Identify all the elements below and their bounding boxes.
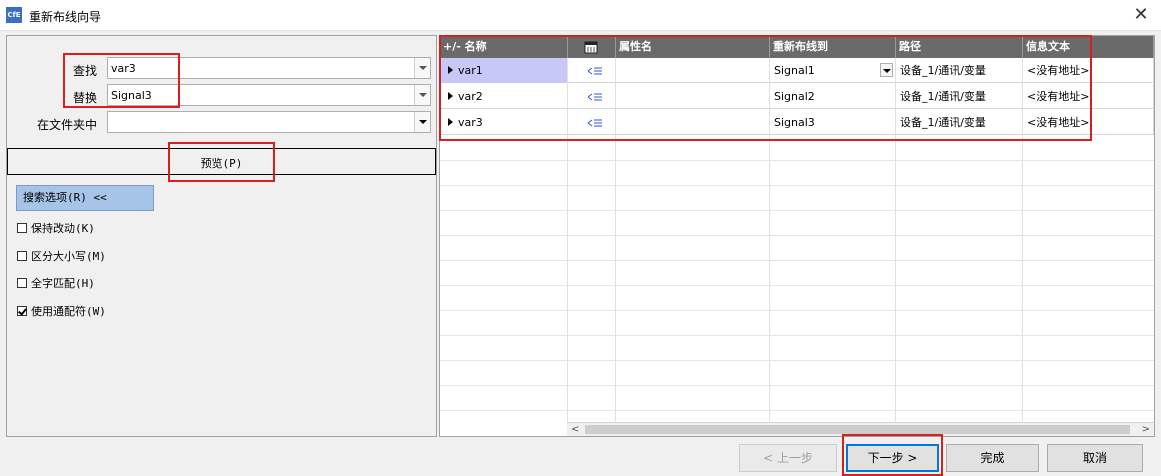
cell-rewire-to[interactable]: Signal3 — [770, 110, 896, 135]
empty-row — [440, 286, 1154, 311]
empty-row — [440, 261, 1154, 286]
option-keep-changes[interactable]: 保持改动(K) — [17, 220, 95, 236]
grid-divider — [567, 58, 568, 428]
preview-label: 预览(P) — [200, 157, 243, 170]
app-icon: CfE — [6, 7, 22, 23]
grid-divider — [895, 58, 896, 428]
cell-path[interactable]: 设备_1/通讯/变量 — [896, 58, 1023, 83]
cell-rewire-to[interactable]: Signal1 — [770, 58, 896, 83]
cell-property[interactable] — [616, 58, 770, 83]
cell-property[interactable] — [616, 110, 770, 135]
cell-info[interactable]: <没有地址> — [1023, 58, 1154, 83]
grid-divider — [615, 58, 616, 428]
folder-label: 在文件夹中 — [37, 118, 98, 132]
chevron-down-icon[interactable] — [414, 58, 430, 78]
empty-row — [440, 336, 1154, 361]
checkbox[interactable] — [17, 223, 27, 233]
empty-row — [440, 161, 1154, 186]
close-icon[interactable]: ✕ — [1129, 4, 1153, 26]
row-indicator-icon — [448, 118, 453, 126]
link-icon — [587, 93, 602, 101]
link-icon — [587, 119, 602, 127]
cell-rewire-to[interactable]: Signal2 — [770, 84, 896, 109]
find-value: var3 — [111, 62, 136, 75]
col-path[interactable]: 路径 — [896, 36, 1023, 58]
horizontal-scrollbar[interactable]: < > — [567, 422, 1154, 436]
chevron-down-icon[interactable] — [880, 63, 893, 77]
cell-name[interactable]: var2 — [440, 84, 568, 109]
empty-row — [440, 236, 1154, 261]
find-label: 查找 — [73, 64, 98, 78]
chevron-right-icon[interactable]: > — [1142, 424, 1150, 435]
window-title: 重新布线向导 — [29, 10, 102, 24]
option-label: 区分大小写(M) — [31, 250, 106, 263]
empty-row — [440, 386, 1154, 411]
cell-path[interactable]: 设备_1/通讯/变量 — [896, 84, 1023, 109]
table-row[interactable]: var1 Signal1 设备_1/通讯/变量 <没有地址> — [440, 58, 1154, 83]
search-panel: 查找 var3 替换 Signal3 在文件夹中 预览(P) 搜索选项(R) <… — [6, 35, 437, 437]
cell-path[interactable]: 设备_1/通讯/变量 — [896, 110, 1023, 135]
empty-row — [440, 186, 1154, 211]
cell-name[interactable]: var1 — [440, 58, 568, 83]
cancel-button[interactable]: 取消 — [1047, 444, 1143, 472]
folder-combobox[interactable] — [107, 111, 431, 133]
finish-button[interactable]: 完成 — [946, 444, 1039, 472]
col-name[interactable]: +/- 名称 — [440, 36, 568, 58]
checkbox-checked[interactable] — [17, 306, 27, 316]
chevron-down-icon[interactable] — [414, 85, 430, 105]
preview-button[interactable]: 预览(P) — [7, 148, 436, 175]
row-indicator-icon — [448, 92, 453, 100]
option-label: 全字匹配(H) — [31, 277, 95, 290]
empty-row — [440, 311, 1154, 336]
option-match-case[interactable]: 区分大小写(M) — [17, 248, 106, 264]
checkbox[interactable] — [17, 251, 27, 261]
cell-link[interactable] — [568, 110, 616, 135]
chevron-down-icon[interactable] — [414, 112, 430, 132]
chevron-left-icon[interactable]: < — [571, 424, 579, 435]
rewire-grid: +/- 名称 属性名 重新布线到 路径 信息文本 var1 Signal1 设备… — [439, 35, 1155, 437]
option-label: 保持改动(K) — [31, 222, 95, 235]
prev-button[interactable]: < 上一步 — [739, 444, 837, 472]
cell-property[interactable] — [616, 84, 770, 109]
grid-divider — [769, 58, 770, 428]
scrollbar-thumb[interactable] — [585, 425, 1130, 434]
search-options-button[interactable]: 搜索选项(R) << — [16, 185, 154, 211]
option-label: 使用通配符(W) — [31, 305, 106, 318]
title-bar: CfE 重新布线向导 ✕ — [0, 0, 1161, 31]
col-rewire-to[interactable]: 重新布线到 — [770, 36, 896, 58]
calendar-icon — [584, 41, 598, 54]
empty-row — [440, 361, 1154, 386]
empty-row — [440, 211, 1154, 236]
col-info[interactable]: 信息文本 — [1023, 36, 1154, 58]
empty-row — [440, 136, 1154, 161]
grid-divider — [1022, 58, 1023, 428]
checkbox[interactable] — [17, 278, 27, 288]
col-icon[interactable] — [568, 36, 616, 58]
col-property[interactable]: 属性名 — [616, 36, 770, 58]
row-indicator-icon — [448, 66, 453, 74]
replace-combobox[interactable]: Signal3 — [107, 84, 431, 106]
cell-name[interactable]: var3 — [440, 110, 568, 135]
cell-info[interactable]: <没有地址> — [1023, 110, 1154, 135]
find-combobox[interactable]: var3 — [107, 57, 431, 79]
table-row[interactable]: var2 Signal2 设备_1/通讯/变量 <没有地址> — [440, 84, 1154, 109]
cell-info[interactable]: <没有地址> — [1023, 84, 1154, 109]
link-icon — [587, 67, 602, 75]
option-whole-word[interactable]: 全字匹配(H) — [17, 275, 95, 291]
replace-value: Signal3 — [111, 89, 152, 102]
option-wildcards[interactable]: 使用通配符(W) — [17, 303, 106, 319]
cell-link[interactable] — [568, 84, 616, 109]
cell-link[interactable] — [568, 58, 616, 83]
next-button[interactable]: 下一步 > — [846, 444, 939, 472]
table-row[interactable]: var3 Signal3 设备_1/通讯/变量 <没有地址> — [440, 110, 1154, 135]
replace-label: 替换 — [73, 91, 98, 105]
